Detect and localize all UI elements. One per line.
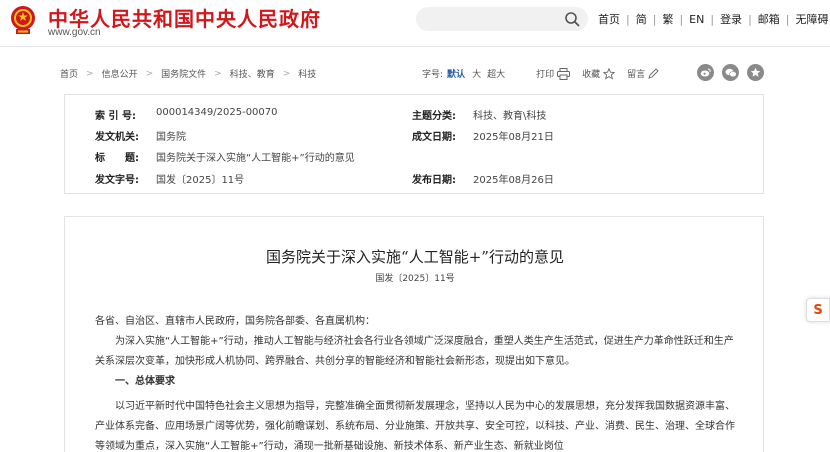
meta-row: 发文字号: 国发〔2025〕11号 发布日期: 2025年08月26日 [65,171,765,191]
nav-login[interactable]: 登录 [720,11,742,27]
article-body: 国务院关于深入实施“人工智能+”行动的意见 国发〔2025〕11号 各省、自治区… [64,216,764,452]
date-written-value: 2025年08月21日 [473,132,554,143]
breadcrumb-science[interactable]: 科技 [298,67,316,80]
index-number-value: 000014349/2025-00070 [156,107,278,118]
site-header: 中华人民共和国中央人民政府 www.gov.cn 首页 | 简 | 繁 | EN… [0,0,830,46]
nav-english[interactable]: EN [689,13,704,26]
weibo-share-button[interactable] [697,64,714,81]
nav-simplified[interactable]: 简 [636,11,647,27]
sogou-assist-button[interactable]: S [806,298,830,322]
title-value: 国务院关于深入实施“人工智能+”行动的意见 [156,153,355,164]
header-divider [0,46,830,47]
breadcrumb-home[interactable]: 首页 [60,67,78,80]
breadcrumb-sci-edu[interactable]: 科技、教育 [230,67,275,80]
star-share-icon [750,67,761,77]
article-intro-paragraph: 为深入实施“人工智能+”行动，推动人工智能与经济社会各行业各领域广泛深度融合，重… [95,336,734,367]
top-nav: 首页 | 简 | 繁 | EN | 登录 | 邮箱 | 无障碍 [598,11,829,27]
search-input[interactable] [426,10,566,28]
print-label: 打印 [536,70,555,80]
article-salutation: 各省、自治区、直辖市人民政府，国务院各部委、各直属机构： [95,316,375,327]
print-button[interactable]: 打印 [536,67,571,80]
nav-separator: | [785,12,790,26]
font-size-xlarge[interactable]: 超大 [487,67,505,80]
pencil-icon [648,68,659,79]
document-metadata: 索 引 号: 000014349/2025-00070 主题分类: 科技、教育\… [64,94,764,194]
favorite-button[interactable]: 收藏 [582,67,616,80]
nav-separator: | [748,12,752,26]
comment-button[interactable]: 留言 [627,67,659,80]
nav-separator: | [710,12,715,26]
page-tools: 字号: 默认 大 超大 打印 收藏 留言 [422,67,659,80]
star-icon [603,67,616,80]
issuer-value: 国务院 [156,132,186,143]
nav-separator: | [652,12,657,26]
qzone-share-button[interactable] [747,64,764,81]
title-label: 标 题: [95,153,139,164]
search-box [416,7,588,31]
article-title: 国务院关于深入实施“人工智能+”行动的意见 [266,248,564,266]
issuer-label: 发文机关: [95,132,139,143]
date-written-label: 成文日期: [412,132,456,143]
meta-row: 标 题: 国务院关于深入实施“人工智能+”行动的意见 [65,149,765,169]
comment-label: 留言 [627,70,646,80]
search-icon[interactable] [564,11,580,27]
share-buttons [697,64,764,81]
section-heading: 一、总体要求 [115,376,175,387]
breadcrumb-bar: 首页 > 信息公开 > 国务院文件 > 科技、教育 > 科技 字号: 默认 大 … [0,58,830,88]
site-url: www.gov.cn [48,27,101,38]
font-size-large[interactable]: 大 [472,67,481,80]
nav-mail[interactable]: 邮箱 [758,11,780,27]
national-emblem-icon[interactable] [8,4,38,36]
nav-accessibility[interactable]: 无障碍 [796,11,829,27]
nav-traditional[interactable]: 繁 [662,11,673,27]
publish-date-label: 发布日期: [412,175,456,186]
nav-home[interactable]: 首页 [598,11,620,27]
nav-separator: | [626,12,630,26]
index-number-label: 索 引 号: [95,111,136,122]
wechat-icon [725,68,737,77]
doc-number-value: 国发〔2025〕11号 [156,175,245,186]
weibo-icon [700,68,711,77]
article-body-paragraph: 以习近平新时代中国特色社会主义思想为指导，完整准确全面贯彻新发展理念，坚持以人民… [95,401,735,452]
publish-date-value: 2025年08月26日 [473,175,554,186]
favorite-label: 收藏 [582,70,601,80]
breadcrumb: 首页 > 信息公开 > 国务院文件 > 科技、教育 > 科技 [60,67,316,81]
category-value: 科技、教育\科技 [473,111,547,122]
breadcrumb-chevron-icon: > [86,68,94,79]
category-label: 主题分类: [412,111,456,122]
doc-number-label: 发文字号: [95,175,139,186]
breadcrumb-chevron-icon: > [145,68,154,79]
meta-row: 索 引 号: 000014349/2025-00070 主题分类: 科技、教育\… [65,107,765,127]
breadcrumb-state-council-docs[interactable]: 国务院文件 [161,67,206,80]
printer-icon [557,67,571,80]
wechat-share-button[interactable] [722,64,739,81]
breadcrumb-info-public[interactable]: 信息公开 [102,67,138,80]
font-size-label: 字号: [422,70,444,80]
article-doc-number: 国发〔2025〕11号 [375,274,455,284]
breadcrumb-chevron-icon: > [282,68,291,79]
nav-separator: | [679,12,684,26]
meta-row: 发文机关: 国务院 成文日期: 2025年08月21日 [65,128,765,148]
font-size-default[interactable]: 默认 [447,67,465,80]
breadcrumb-chevron-icon: > [214,68,222,79]
